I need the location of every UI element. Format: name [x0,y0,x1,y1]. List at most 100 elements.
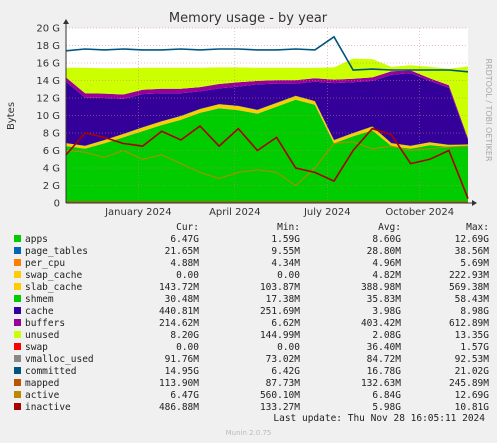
legend-row: swap_cache 0.00 0.00 4.82M 222.93M [12,270,489,282]
legend-swatch [14,331,21,338]
legend-max-value: 58.43M [454,294,489,305]
legend-min-value: 560.10M [259,390,300,401]
legend-row: vmalloc_used 91.76M 73.02M 84.72M 92.53M [12,354,489,366]
legend-swatch [14,367,21,374]
munin-graph-page: { "chart_data": { "type": "area", "title… [0,0,497,443]
legend-row: swap 0.00 0.00 36.40M 1.57G [12,342,489,354]
legend-max-value: 8.98G [460,306,489,317]
legend-max-value: 5.69M [460,258,489,269]
legend-series-name: per_cpu [25,258,66,269]
y-tick-label: 16 G [36,59,60,70]
legend-cur-value: 14.95G [164,366,199,377]
legend-row: cache 440.81M 251.69M 3.98G 8.98G [12,306,489,318]
legend-cur-value: 21.65M [164,246,199,257]
legend-cur-value: 91.76M [164,354,199,365]
legend-series-name: slab_cache [25,282,83,293]
memory-chart: 0 2 G 4 G 6 G 8 G 10 G 12 G 14 G 16 G 18 G 20 G Ja… [0,0,497,220]
legend-row: page_tables 21.65M 9.55M 28.80M 38.56M [12,246,489,258]
x-tick-label: July 2024 [303,207,351,218]
legend-max-value: 12.69G [454,234,489,245]
legend-avg-value: 36.40M [366,342,401,353]
legend-avg-value: 4.82M [372,270,401,281]
legend-max-value: 12.69G [454,390,489,401]
legend-swatch [14,271,21,278]
legend-max-value: 612.89M [448,318,489,329]
y-tick-label: 12 G [36,94,60,105]
x-tick-label: October 2024 [385,207,454,218]
legend-swatch [14,283,21,290]
legend-row: apps 6.47G 1.59G 8.60G 12.69G [12,234,489,246]
legend-min-value: 4.34M [271,258,300,269]
y-tick-label: 20 G [36,24,60,35]
legend-series-name: vmalloc_used [25,354,94,365]
legend-series-name: page_tables [25,246,88,257]
legend-cur-value: 30.48M [164,294,199,305]
legend-avg-value: 388.98M [360,282,401,293]
legend-row: buffers 214.62M 6.62M 403.42M 612.89M [12,318,489,330]
legend-min-value: 103.87M [259,282,300,293]
legend-avg-value: 35.83M [366,294,401,305]
legend-max-value: 13.35G [454,330,489,341]
legend-swatch [14,355,21,362]
y-tick-label: 8 G [43,129,60,140]
legend-swatch [14,343,21,350]
legend-avg-value: 4.96M [372,258,401,269]
legend-min-value: 17.38M [265,294,300,305]
y-tick-label: 18 G [36,41,60,52]
rrdtool-credit: RRDTOOL / TOBI OETIKER [484,58,493,161]
legend-series-name: committed [25,366,77,377]
legend-cur-value: 4.88M [170,258,199,269]
chart-title: Memory usage - by year [169,11,328,26]
legend-max-value: 1.57G [460,342,489,353]
legend-cur-value: 0.00 [176,270,199,281]
legend-min-value: 6.62M [271,318,300,329]
legend-max-value: 21.02G [454,366,489,377]
legend-swatch [14,295,21,302]
legend-cur-value: 113.90M [158,378,199,389]
y-tick-label: 10 G [36,111,60,122]
legend-series-name: inactive [25,402,71,413]
legend-avg-value: 132.63M [360,378,401,389]
legend-max-value: 92.53M [454,354,489,365]
legend-series-name: buffers [25,318,66,329]
legend-cur-value: 486.88M [158,402,199,413]
header-max: Max: [466,222,489,233]
munin-version: Munin 2.0.75 [225,429,272,437]
legend-series-name: swap [25,342,48,353]
legend-series-name: swap_cache [25,270,83,281]
legend-cur-value: 440.81M [158,306,199,317]
legend-row: active 6.47G 560.10M 6.84G 12.69G [12,390,489,402]
x-tick-label: January 2024 [104,207,172,218]
legend-max-value: 569.38M [448,282,489,293]
legend-cur-value: 6.47G [170,390,199,401]
last-update: Last update: Thu Nov 28 16:05:11 2024 [273,413,485,424]
legend-series-name: mapped [25,378,60,389]
legend-cur-value: 6.47G [170,234,199,245]
legend-min-value: 73.02M [265,354,300,365]
legend-row: slab_cache 143.72M 103.87M 388.98M 569.38M [12,282,489,294]
legend-swatch [14,319,21,326]
legend-row: unused 8.20G 144.99M 2.08G 13.35G [12,330,489,342]
legend-swatch [14,403,21,410]
y-tick-label: 4 G [43,164,60,175]
legend-avg-value: 28.80M [366,246,401,257]
legend-series-name: shmem [25,294,54,305]
legend-row: committed 14.95G 6.42G 16.78G 21.02G [12,366,489,378]
legend-table: Cur: Min: Avg: Max: apps 6.47G 1.59G 8.60G 1… [12,222,490,414]
header-cur: Cur: [176,222,199,233]
legend-swatch [14,379,21,386]
legend-row: shmem 30.48M 17.38M 35.83M 58.43M [12,294,489,306]
legend-min-value: 0.00 [277,270,300,281]
legend-avg-value: 403.42M [360,318,401,329]
legend-swatch [14,259,21,266]
legend-max-value: 38.56M [454,246,489,257]
legend-swatch [14,235,21,242]
legend-swatch [14,391,21,398]
legend-min-value: 251.69M [259,306,300,317]
y-axis-label: Bytes [6,102,17,130]
header-min: Min: [277,222,300,233]
legend-avg-value: 16.78G [366,366,401,377]
legend-min-value: 144.99M [259,330,300,341]
legend-min-value: 6.42G [271,366,300,377]
legend-swatch [14,247,21,254]
